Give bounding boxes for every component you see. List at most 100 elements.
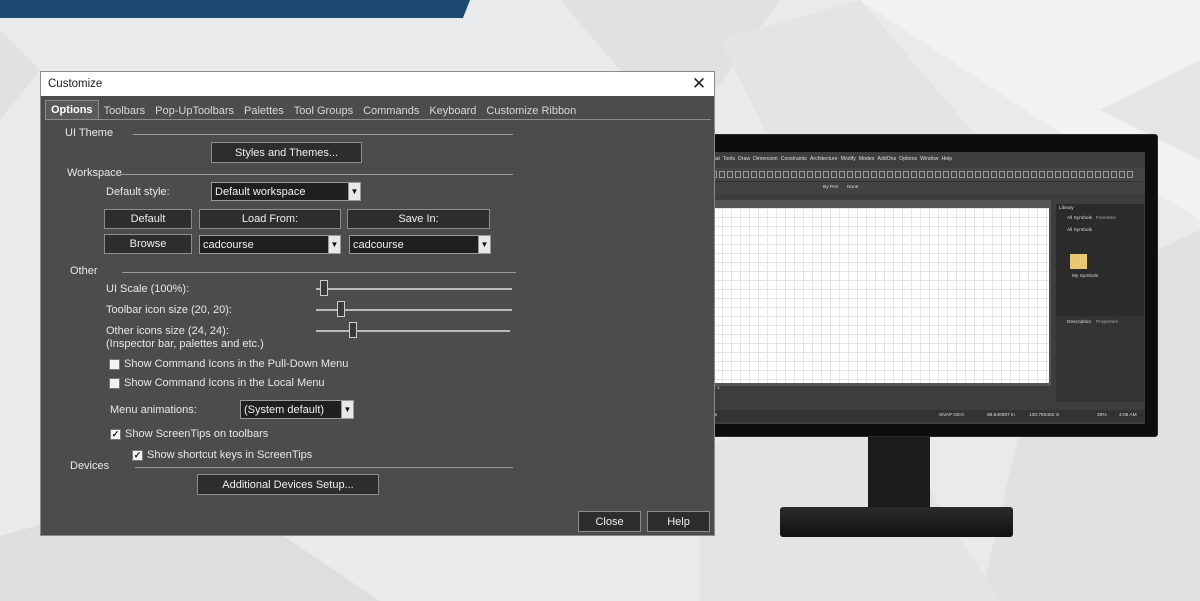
default-button[interactable]: Default — [104, 209, 192, 229]
tool-icon — [727, 171, 733, 178]
tool-icon — [1023, 171, 1029, 178]
tool-icon — [1015, 171, 1021, 178]
tab-tool-groups[interactable]: Tool Groups — [289, 103, 358, 120]
app-library-palette: Library All Symbols Favorites All Symbol… — [1056, 204, 1144, 316]
app-menu-constraints: Constraints — [780, 156, 807, 162]
tool-icon — [975, 171, 981, 178]
show-screentips-label: Show ScreenTips on toolbars — [125, 428, 269, 440]
tool-icon — [967, 171, 973, 178]
tool-icon — [983, 171, 989, 178]
load-from-select[interactable]: cadcourse ▼ — [199, 235, 341, 254]
tool-icon — [951, 171, 957, 178]
tool-icon — [895, 171, 901, 178]
chevron-down-icon: ▼ — [478, 236, 490, 253]
ui-scale-slider[interactable] — [316, 288, 512, 290]
app-menu-help: Help — [941, 156, 953, 162]
help-button[interactable]: Help — [647, 511, 710, 532]
tab-popup-toolbars[interactable]: Pop-UpToolbars — [150, 103, 239, 120]
ui-scale-label: UI Scale (100%): — [106, 283, 190, 295]
tool-icon — [1111, 171, 1117, 178]
monitor-stand-neck — [868, 437, 930, 515]
tool-icon — [887, 171, 893, 178]
toolbar-icon-size-slider[interactable] — [316, 309, 512, 311]
close-button[interactable]: Close — [578, 511, 641, 532]
tool-icon — [839, 171, 845, 178]
tool-icon — [759, 171, 765, 178]
app-menu-addons: AddOns — [877, 156, 897, 162]
toolbar-icon-size-slider-thumb[interactable] — [336, 301, 345, 317]
options-panel: UI Theme Styles and Themes... Workspace … — [45, 119, 711, 505]
app-status-y: 130.783402 in — [1029, 413, 1060, 418]
tool-icon — [999, 171, 1005, 178]
app-menu-architecture: Architecture — [809, 156, 838, 162]
tab-toolbars[interactable]: Toolbars — [99, 103, 151, 120]
tool-icon — [927, 171, 933, 178]
tool-icon — [783, 171, 789, 178]
tab-palettes[interactable]: Palettes — [239, 103, 289, 120]
tool-icon — [935, 171, 941, 178]
app-status-time: 4:06 AM — [1119, 413, 1137, 418]
chevron-down-icon: ▼ — [348, 183, 360, 200]
app-menu-dimension: Dimension — [753, 156, 778, 162]
divider — [121, 174, 513, 175]
divider — [135, 467, 513, 468]
tool-icon — [1119, 171, 1125, 178]
tool-icon — [1127, 171, 1133, 178]
tab-options[interactable]: Options — [45, 100, 99, 120]
app-pen: By Pen — [823, 185, 839, 190]
tool-icon — [855, 171, 861, 178]
load-from-value: cadcourse — [203, 238, 254, 251]
tool-icon — [1087, 171, 1093, 178]
save-in-select[interactable]: cadcourse ▼ — [349, 235, 491, 254]
chevron-down-icon: ▼ — [328, 236, 340, 253]
show-local-icons-checkbox[interactable] — [109, 378, 120, 389]
other-icons-size-sublabel: (Inspector bar, palettes and etc.) — [106, 338, 264, 350]
app-toolbar-primary — [647, 168, 1145, 182]
tool-icon — [943, 171, 949, 178]
chevron-down-icon: ▼ — [341, 401, 353, 418]
load-from-button[interactable]: Load From: — [199, 209, 341, 229]
save-in-button[interactable]: Save In: — [347, 209, 490, 229]
show-shortcut-keys-checkbox[interactable]: ✓ — [132, 450, 143, 461]
tool-icon — [847, 171, 853, 178]
tool-icon — [1007, 171, 1013, 178]
other-icons-size-slider-thumb[interactable] — [349, 322, 358, 338]
tab-commands[interactable]: Commands — [358, 103, 424, 120]
app-menu-modify: Modify — [840, 156, 856, 162]
app-menubar: FileEditViewInsertFormatToolsDrawDimensi… — [647, 156, 1145, 165]
default-style-label: Default style: — [106, 186, 170, 198]
default-style-select[interactable]: Default workspace ▼ — [211, 182, 361, 201]
app-library-item: My Symbols — [1072, 274, 1099, 279]
tool-icon — [775, 171, 781, 178]
tool-icon — [751, 171, 757, 178]
tool-icon — [743, 171, 749, 178]
app-status-bar: Define the start point of the line SNAP … — [647, 410, 1145, 422]
tab-customize-ribbon[interactable]: Customize Ribbon — [481, 103, 581, 120]
tool-icon — [1071, 171, 1077, 178]
section-workspace: Workspace — [67, 167, 122, 179]
app-pen-none: None — [847, 185, 859, 190]
menu-animations-select[interactable]: (System default) ▼ — [240, 400, 354, 419]
other-icons-size-slider[interactable] — [316, 330, 510, 332]
app-menu-tools: Tools — [722, 156, 735, 162]
save-in-value: cadcourse — [353, 238, 404, 251]
show-screentips-checkbox[interactable]: ✓ — [110, 429, 121, 440]
tab-keyboard[interactable]: Keyboard — [424, 103, 481, 120]
tool-icon — [1103, 171, 1109, 178]
app-props-tab: Properties — [1096, 320, 1118, 325]
tool-icon — [735, 171, 741, 178]
app-drawing-canvas — [677, 208, 1049, 383]
browse-button[interactable]: Browse — [104, 234, 192, 254]
additional-devices-setup-button[interactable]: Additional Devices Setup... — [197, 474, 379, 495]
other-icons-size-label: Other icons size (24, 24): — [106, 325, 229, 337]
tool-icon — [1079, 171, 1085, 178]
show-pulldown-icons-checkbox[interactable] — [109, 359, 120, 370]
section-other: Other — [70, 265, 98, 277]
close-icon[interactable]: ✕ — [684, 72, 714, 96]
show-pulldown-icons-label: Show Command Icons in the Pull-Down Menu — [124, 358, 349, 370]
styles-and-themes-button[interactable]: Styles and Themes... — [211, 142, 362, 163]
menu-animations-label: Menu animations: — [110, 404, 197, 416]
app-library-tab-favorites: Favorites — [1096, 216, 1116, 221]
app-library-tab-all: All Symbols — [1067, 216, 1093, 221]
ui-scale-slider-thumb[interactable] — [319, 280, 328, 296]
